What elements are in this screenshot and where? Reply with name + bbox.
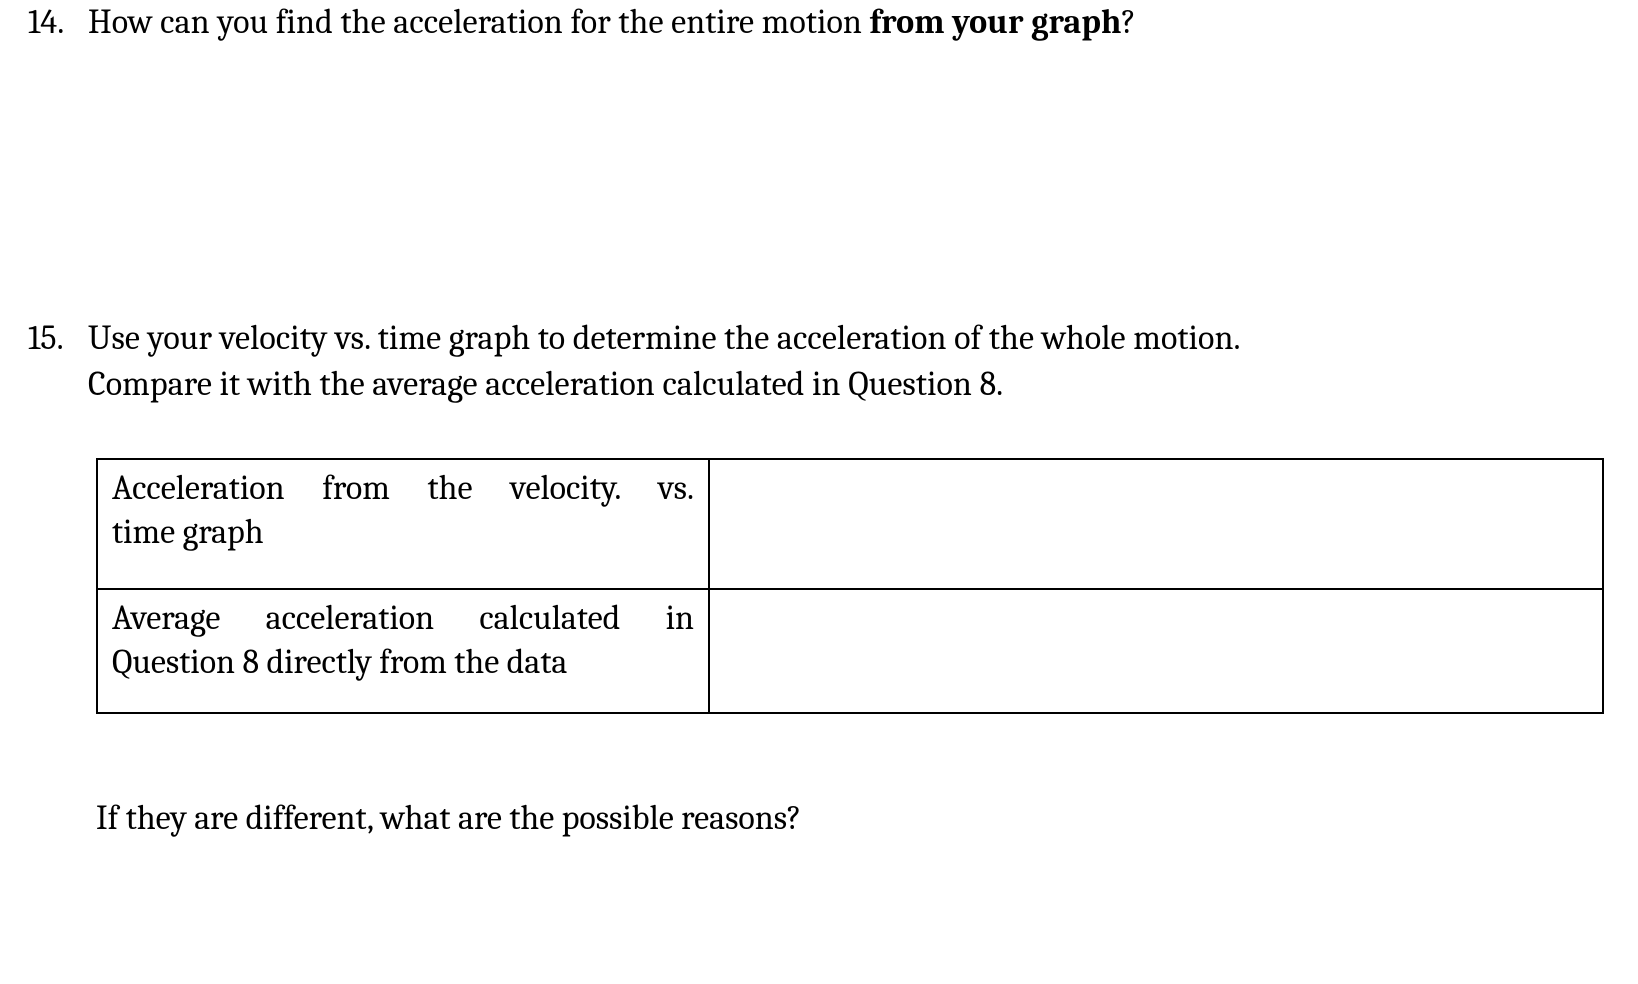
answer-table: Acceleration from the velocity. vs. time… <box>96 458 1604 715</box>
worksheet-page: 14.How can you find the acceleration for… <box>0 0 1638 838</box>
row1-value-cell <box>709 459 1603 589</box>
q14-bold: from your graph <box>870 2 1122 42</box>
row2-label-line1: Average acceleration calculated in <box>112 598 694 638</box>
q14-body: How can you find the acceleration for th… <box>88 0 1608 46</box>
question-15: 15.Use your velocity vs. time graph to d… <box>28 316 1618 408</box>
question-14: 14.How can you find the acceleration for… <box>28 0 1618 46</box>
row2-label-cell: Average acceleration calculated in Quest… <box>97 589 709 713</box>
answer-table-wrap: Acceleration from the velocity. vs. time… <box>96 458 1604 715</box>
row1-label-line2: time graph <box>112 510 694 554</box>
q15-followup: If they are different, what are the poss… <box>96 798 1618 838</box>
q15-line2: Compare it with the average acceleration… <box>88 364 1003 404</box>
table-row: Average acceleration calculated in Quest… <box>97 589 1603 713</box>
table-row: Acceleration from the velocity. vs. time… <box>97 459 1603 589</box>
q15-body: Use your velocity vs. time graph to dete… <box>88 316 1608 408</box>
q15-line1: Use your velocity vs. time graph to dete… <box>88 318 1241 358</box>
q15-number: 15. <box>28 316 88 362</box>
row1-label-line1: Acceleration from the velocity. vs. <box>112 468 694 508</box>
row2-label-line2: Question 8 directly from the data <box>112 640 694 684</box>
q14-number: 14. <box>28 0 88 46</box>
q14-text-before: How can you find the acceleration for th… <box>88 2 870 42</box>
q14-text-after: ? <box>1121 2 1135 42</box>
row1-label-cell: Acceleration from the velocity. vs. time… <box>97 459 709 589</box>
row2-value-cell <box>709 589 1603 713</box>
